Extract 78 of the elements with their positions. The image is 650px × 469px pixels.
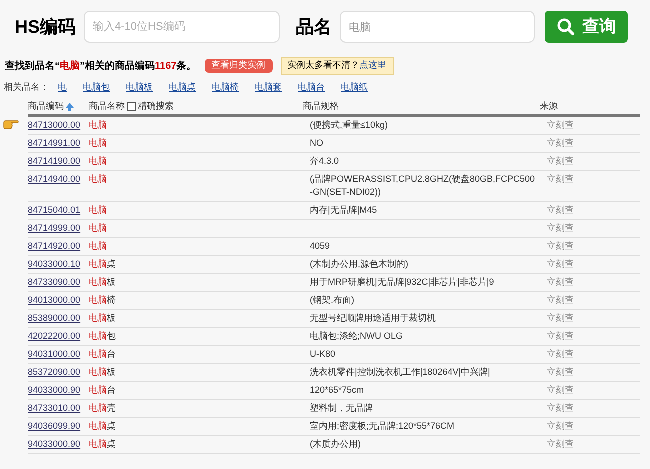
product-spec: 洗衣机零件|控制洗衣机工作|180264V|中兴牌| xyxy=(310,366,492,378)
related-link[interactable]: 电脑板 xyxy=(126,81,153,94)
product-spec: (木制办公用,源色木制的) xyxy=(310,258,410,270)
product-name: 电脑 xyxy=(89,204,108,216)
related-link[interactable]: 电脑桌 xyxy=(169,81,196,94)
input-field[interactable]: 输入4-10位HS编码 xyxy=(84,11,280,43)
product-name: 电脑桌 xyxy=(89,258,117,270)
hs-code-link[interactable]: 94013000.00 xyxy=(28,294,89,306)
product-name: 电脑板 xyxy=(89,366,117,378)
product-name: 电脑 xyxy=(89,136,108,150)
column-header: 商品名称 xyxy=(89,100,125,113)
exact-search-checkbox[interactable] xyxy=(127,102,136,111)
related-link[interactable]: 电 xyxy=(58,81,67,94)
checkbox-label: 精确搜索 xyxy=(138,100,175,113)
product-spec: 内存|无品牌|M45 xyxy=(310,204,378,216)
column-header: 来源 xyxy=(540,100,558,113)
hs-code-link[interactable]: 85372090.00 xyxy=(28,366,89,378)
hint-link[interactable]: 点这里 xyxy=(360,59,387,73)
hs-code-link[interactable]: 84733010.00 xyxy=(28,402,89,414)
product-name: 电脑台 xyxy=(89,348,117,360)
sort-arrow-icon[interactable] xyxy=(65,102,75,112)
product-name: 电脑台 xyxy=(89,384,117,396)
product-spec: (钢架.布面) xyxy=(310,294,356,306)
related-link[interactable]: 电脑椅 xyxy=(212,81,239,94)
hint-text: 实例太多看不清？ xyxy=(288,59,360,72)
hs-code-link[interactable]: 84714920.00 xyxy=(28,240,89,252)
search-button[interactable]: 查询 xyxy=(545,11,628,43)
field-label: 品名 xyxy=(296,16,332,38)
product-spec: NO xyxy=(310,136,324,150)
hs-code-link[interactable]: 84714999.00 xyxy=(28,222,89,234)
product-spec: U-K80 xyxy=(310,348,337,360)
search-icon xyxy=(556,18,575,36)
product-name: 电脑 xyxy=(89,240,108,252)
hs-code-link[interactable]: 42022200.00 xyxy=(28,330,89,342)
related-link[interactable]: 电脑台 xyxy=(298,81,325,94)
product-spec: 奔4.3.0 xyxy=(310,154,340,168)
hs-code-link[interactable]: 84714991.00 xyxy=(28,136,89,150)
hs-code-link[interactable]: 84714190.00 xyxy=(28,154,89,168)
hs-code-link[interactable]: 94031000.00 xyxy=(28,348,89,360)
product-name: 电脑 xyxy=(89,172,108,186)
hs-code-link[interactable]: 85389000.00 xyxy=(28,312,89,324)
product-spec: 120*65*75cm xyxy=(310,384,366,396)
product-spec: (木质办公用) xyxy=(310,438,362,450)
product-name: 电脑板 xyxy=(89,312,117,324)
result-summary: 查找到品名“电脑”相关的商品编码1167条。 xyxy=(5,59,197,74)
product-name: 电脑板 xyxy=(89,276,117,288)
product-name: 电脑桌 xyxy=(89,438,117,450)
product-spec: 4059 xyxy=(310,240,332,252)
hs-code-link[interactable]: 84714940.00 xyxy=(28,172,89,186)
product-spec: 用于MRP研磨机|无品牌|932C|非芯片|非芯片|9 xyxy=(310,276,496,288)
product-name: 电脑 xyxy=(89,118,108,132)
related-link[interactable]: 电脑纸 xyxy=(341,81,368,94)
product-name: 电脑桌 xyxy=(89,420,117,432)
examples-button[interactable]: 查看归类实例 xyxy=(204,59,273,73)
product-name: 电脑 xyxy=(89,222,108,234)
product-name: 电脑 xyxy=(89,154,108,168)
product-spec: 塑料制，无品牌 xyxy=(310,402,374,414)
product-spec: (品牌POWERASSIST,CPU2.8GHZ(硬盘80GB,FCPC500-GN(SET-NDI02)) xyxy=(310,172,536,198)
column-header[interactable]: 商品编码 xyxy=(28,100,65,114)
product-name: 电脑椅 xyxy=(89,294,117,306)
hs-code-link[interactable]: 94033000.10 xyxy=(28,258,89,270)
hs-code-link[interactable]: 94033000.90 xyxy=(28,438,89,450)
hs-code-link[interactable]: 94033000.90 xyxy=(28,384,89,396)
related-link[interactable]: 电脑套 xyxy=(255,81,282,94)
product-name: 电脑壳 xyxy=(89,402,117,414)
product-spec: 电脑包;涤纶;NWU OLG xyxy=(310,330,404,342)
field-label: HS编码 xyxy=(15,16,76,38)
hs-code-link[interactable]: 94036099.90 xyxy=(28,420,89,432)
column-header: 商品规格 xyxy=(303,100,340,113)
product-spec: 无型号纪顺牌用途适用于裁切机 xyxy=(310,312,437,324)
hs-code-link[interactable]: 84733090.00 xyxy=(28,276,89,288)
hs-code-link[interactable]: 84713000.00 xyxy=(28,118,89,132)
product-spec: 室内用;密度板;无品牌;120*55*76CM xyxy=(310,420,456,432)
product-name: 电脑包 xyxy=(89,330,117,342)
product-spec: (便携式,重量≤10kg) xyxy=(310,118,389,132)
related-label: 相关品名： xyxy=(4,81,49,94)
hs-code-link[interactable]: 84715040.01 xyxy=(28,204,89,216)
related-link[interactable]: 电脑包 xyxy=(83,81,110,94)
